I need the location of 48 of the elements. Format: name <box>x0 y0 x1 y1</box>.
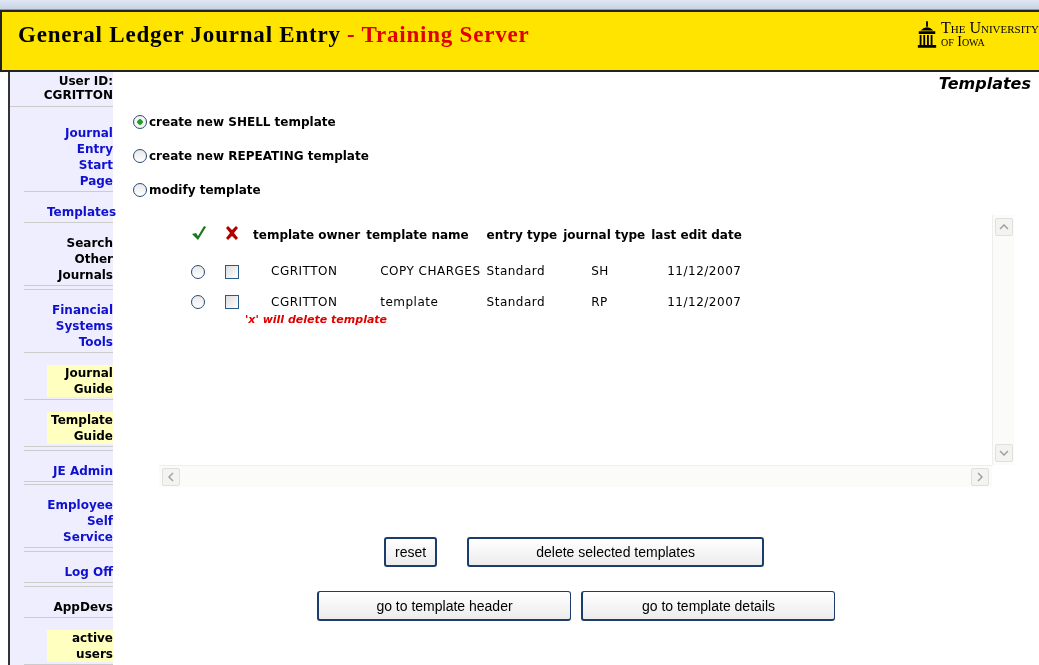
column-header: template name <box>365 226 470 244</box>
sidebar-link[interactable]: Journal Guide <box>47 364 113 397</box>
table-cell-text: COPY CHARGES <box>379 263 482 281</box>
row-radio-button[interactable] <box>191 295 205 309</box>
user-id: CGRITTON <box>42 88 113 102</box>
action-button[interactable]: delete selected templates <box>467 537 765 567</box>
logo-text: The University <box>940 21 1039 35</box>
capitol-building-icon <box>915 21 938 49</box>
logo-text: of Iowa <box>940 35 986 49</box>
radio-button[interactable] <box>133 183 147 197</box>
radio-button[interactable] <box>133 115 147 129</box>
nav-button[interactable]: go to template header <box>317 591 571 621</box>
option-label: modify template <box>149 183 261 197</box>
action-button[interactable]: reset <box>384 537 438 567</box>
column-header: template owner <box>252 226 362 244</box>
table-cell-text: CGRITTON <box>270 293 339 311</box>
option-label: create new SHELL template <box>149 115 336 129</box>
table-cell-text: Standard <box>485 263 547 281</box>
sidebar-link[interactable]: Journal Entry Start Page <box>47 125 113 189</box>
column-header: last edit date <box>650 226 743 244</box>
table-cell-text: Standard <box>485 293 547 311</box>
page-title: Templates <box>937 73 1031 93</box>
app-title: General Ledger Journal Entry <box>18 22 341 47</box>
sidebar-link[interactable]: active users <box>47 630 113 662</box>
table-cell-text: CGRITTON <box>270 263 339 281</box>
table-cell-text: RP <box>590 293 609 311</box>
checkmark-icon <box>191 225 207 241</box>
radio-button[interactable] <box>133 149 147 163</box>
row-radio-button[interactable] <box>191 264 205 279</box>
user-id-label: User ID: <box>57 74 113 88</box>
sidebar-link[interactable]: JE Admin <box>53 462 113 479</box>
sidebar-link[interactable]: Employee Self Service <box>47 497 113 546</box>
sidebar-link[interactable]: Template Guide <box>47 411 113 444</box>
delete-checkbox[interactable] <box>225 264 239 279</box>
delete-checkbox[interactable] <box>225 295 239 309</box>
cross-icon <box>225 226 239 240</box>
sidebar-link[interactable]: Log Off <box>64 564 113 581</box>
server-label: - Training Server <box>346 22 530 47</box>
table-cell-text: 11/12/2007 <box>666 293 743 311</box>
nav-button[interactable]: go to template details <box>581 591 835 621</box>
table-cell-text: 11/12/2007 <box>666 263 743 281</box>
table-cell-text: SH <box>590 263 610 281</box>
delete-note: 'x' will delete template <box>245 313 389 326</box>
option-label: create new REPEATING template <box>149 149 369 163</box>
table-cell-text: template <box>379 293 440 311</box>
column-header: entry type <box>485 226 559 244</box>
column-header: journal type <box>561 226 647 244</box>
sidebar-link[interactable]: Financial Systems Tools <box>47 301 113 350</box>
